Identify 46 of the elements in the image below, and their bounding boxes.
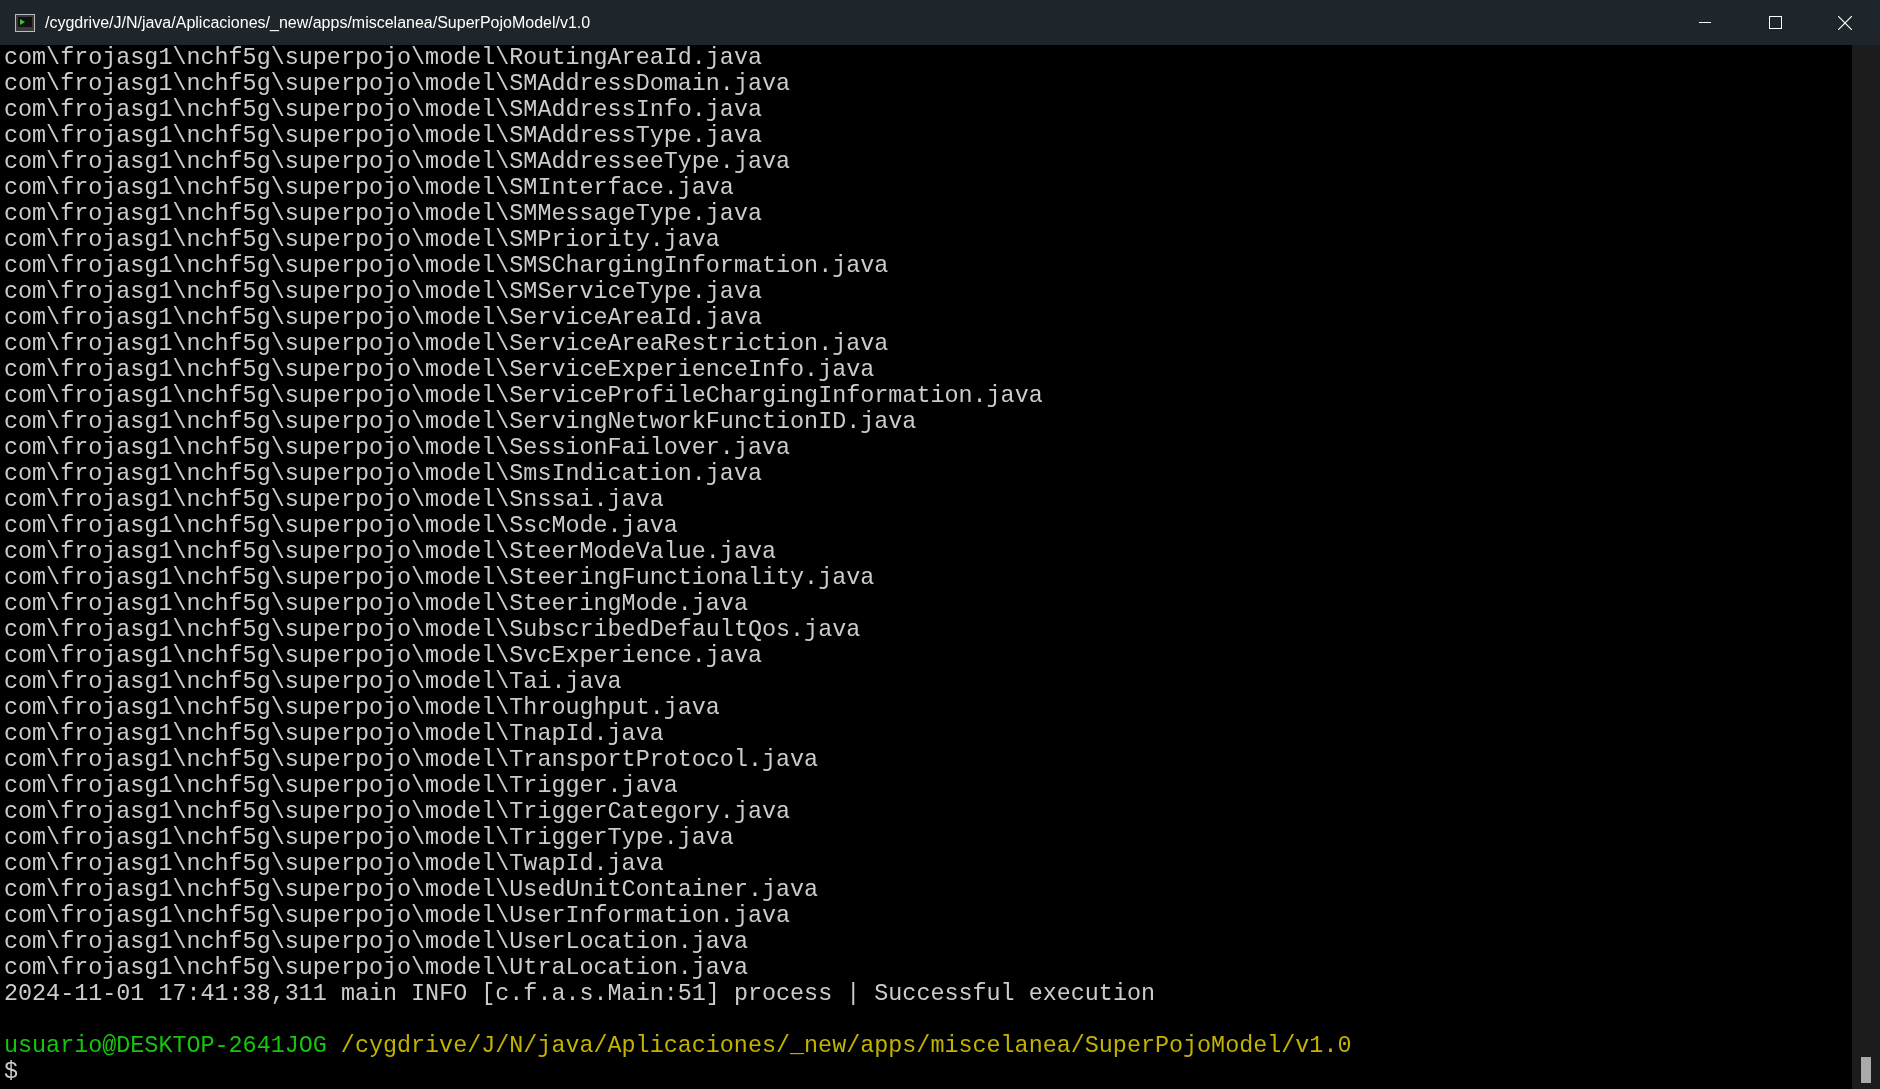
output-line: com\frojasg1\nchf5g\superpojo\model\TransportProtocol.java [4, 747, 819, 773]
output-line: com\frojasg1\nchf5g\superpojo\model\Throughput.java [4, 695, 720, 721]
output-line: com\frojasg1\nchf5g\superpojo\model\SessionFailover.java [4, 435, 791, 461]
output-line: 2024-11-01 17:41:38,311 main INFO [c.f.a.s.Main:51] process | Successful execution [4, 981, 1155, 1007]
output-line: com\frojasg1\nchf5g\superpojo\model\TriggerCategory.java [4, 799, 791, 825]
output-line: com\frojasg1\nchf5g\superpojo\model\ServingNetworkFunctionID.java [4, 409, 917, 435]
output-line: com\frojasg1\nchf5g\superpojo\model\TriggerType.java [4, 825, 734, 851]
close-icon [1838, 15, 1852, 30]
prompt-symbol: $ [4, 1059, 19, 1085]
output-line: com\frojasg1\nchf5g\superpojo\model\RoutingAreaId.java [4, 45, 762, 71]
output-line: com\frojasg1\nchf5g\superpojo\model\SteeringFunctionality.java [4, 565, 875, 591]
output-line: com\frojasg1\nchf5g\superpojo\model\Tai.java [4, 669, 622, 695]
output-line: com\frojasg1\nchf5g\superpojo\model\UsedUnitContainer.java [4, 877, 819, 903]
window-title: /cygdrive/J/N/java/Aplicaciones/_new/apps/miscelanea/SuperPojoModel/v1.0 [45, 12, 591, 33]
output-line: com\frojasg1\nchf5g\superpojo\model\SMSChargingInformation.java [4, 253, 889, 279]
output-line: com\frojasg1\nchf5g\superpojo\model\SMServiceType.java [4, 279, 762, 305]
output-line: com\frojasg1\nchf5g\superpojo\model\SscMode.java [4, 513, 678, 539]
output-line: com\frojasg1\nchf5g\superpojo\model\ServiceExperienceInfo.java [4, 357, 875, 383]
output-line: com\frojasg1\nchf5g\superpojo\model\SMInterface.java [4, 175, 734, 201]
output-line: com\frojasg1\nchf5g\superpojo\model\SvcExperience.java [4, 643, 762, 669]
output-line: com\frojasg1\nchf5g\superpojo\model\TwapId.java [4, 851, 664, 877]
scrollbar-thumb[interactable] [1861, 1057, 1871, 1083]
minimize-icon [1699, 21, 1711, 24]
output-line: com\frojasg1\nchf5g\superpojo\model\SmsIndication.java [4, 461, 762, 487]
output-line: com\frojasg1\nchf5g\superpojo\model\SMAddressType.java [4, 123, 762, 149]
output-line: com\frojasg1\nchf5g\superpojo\model\TnapId.java [4, 721, 664, 747]
output-line: com\frojasg1\nchf5g\superpojo\model\UtraLocation.java [4, 955, 748, 981]
output-line: com\frojasg1\nchf5g\superpojo\model\SMPriority.java [4, 227, 720, 253]
output-line: com\frojasg1\nchf5g\superpojo\model\SMAddressInfo.java [4, 97, 762, 123]
output-line: com\frojasg1\nchf5g\superpojo\model\ServiceAreaRestriction.java [4, 331, 889, 357]
output-line: com\frojasg1\nchf5g\superpojo\model\UserInformation.java [4, 903, 791, 929]
output-line: com\frojasg1\nchf5g\superpojo\model\SMAddresseeType.java [4, 149, 791, 175]
prompt-path: /cygdrive/J/N/java/Aplicaciones/_new/apps/miscelanea/SuperPojoModel/v1.0 [340, 1033, 1352, 1059]
terminal-icon [15, 13, 35, 32]
output-line: com\frojasg1\nchf5g\superpojo\model\ServiceProfileChargingInformation.java [4, 383, 1043, 409]
output-line: com\frojasg1\nchf5g\superpojo\model\UserLocation.java [4, 929, 748, 955]
output-line: com\frojasg1\nchf5g\superpojo\model\ServiceAreaId.java [4, 305, 762, 331]
output-line: com\frojasg1\nchf5g\superpojo\model\Trigger.java [4, 773, 678, 799]
output-line: com\frojasg1\nchf5g\superpojo\model\SMMessageType.java [4, 201, 762, 227]
output-line: com\frojasg1\nchf5g\superpojo\model\SteeringMode.java [4, 591, 748, 617]
maximize-icon [1768, 16, 1782, 29]
output-line: com\frojasg1\nchf5g\superpojo\model\SMAddressDomain.java [4, 71, 791, 97]
output-line: com\frojasg1\nchf5g\superpojo\model\SteerModeValue.java [4, 539, 777, 565]
output-line: com\frojasg1\nchf5g\superpojo\model\Snssai.java [4, 487, 664, 513]
prompt-user: usuario@DESKTOP-2641JOG [4, 1033, 327, 1059]
output-line: com\frojasg1\nchf5g\superpojo\model\SubscribedDefaultQos.java [4, 617, 861, 643]
